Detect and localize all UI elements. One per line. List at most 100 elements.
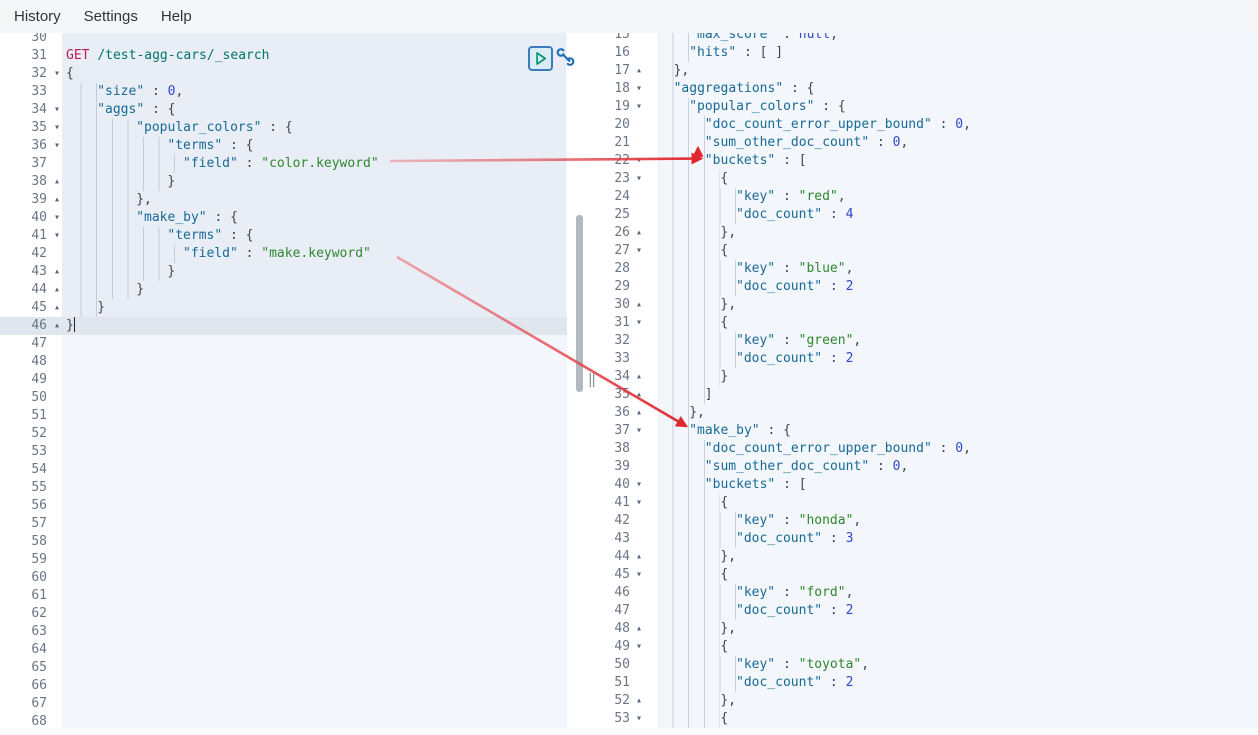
line-number: 46 (600, 584, 630, 602)
fold-open-icon[interactable]: ▾ (633, 170, 645, 188)
response-code-line[interactable]: }, (658, 296, 736, 314)
request-options-button[interactable] (554, 45, 577, 69)
response-code-line[interactable]: { (658, 638, 728, 656)
fold-open-icon[interactable]: ▾ (633, 638, 645, 656)
request-code-line[interactable]: "terms" : { (66, 227, 254, 245)
response-code-line[interactable]: }, (658, 620, 736, 638)
fold-open-icon[interactable]: ▾ (51, 65, 63, 83)
send-request-button[interactable] (528, 46, 553, 71)
response-code-line[interactable]: "key" : "blue", (658, 260, 853, 278)
fold-close-icon[interactable]: ▴ (633, 620, 645, 638)
fold-open-icon[interactable]: ▾ (633, 314, 645, 332)
fold-close-icon[interactable]: ▴ (633, 386, 645, 404)
request-code-line[interactable]: { (66, 65, 74, 83)
fold-open-icon[interactable]: ▾ (51, 227, 63, 245)
response-code-line[interactable]: "key" : "ford", (658, 584, 853, 602)
response-code-line[interactable]: "doc_count" : 3 (658, 530, 853, 548)
line-number: 57 (0, 515, 47, 533)
response-code-line[interactable]: { (658, 710, 728, 728)
response-code-line[interactable]: "doc_count" : 2 (658, 602, 853, 620)
response-code-line[interactable]: "doc_count" : 4 (658, 206, 853, 224)
fold-close-icon[interactable]: ▴ (633, 296, 645, 314)
fold-close-icon[interactable]: ▴ (633, 692, 645, 710)
response-code-line[interactable]: "key" : "toyota", (658, 656, 869, 674)
response-code-line[interactable]: "sum_other_doc_count" : 0, (658, 134, 908, 152)
request-code-line[interactable]: "size" : 0, (66, 83, 183, 101)
fold-open-icon[interactable]: ▾ (633, 152, 645, 170)
request-code-line[interactable]: } (66, 173, 175, 191)
response-code-line[interactable]: "sum_other_doc_count" : 0, (658, 458, 908, 476)
response-code-line[interactable]: ] (658, 386, 713, 404)
response-code-line[interactable]: }, (658, 548, 736, 566)
response-code-line[interactable]: }, (658, 404, 705, 422)
pane-resizer-handle[interactable]: ‖ (583, 369, 601, 391)
editor-scrollbar-thumb[interactable] (576, 215, 583, 392)
response-code-line[interactable]: "doc_count" : 2 (658, 278, 853, 296)
request-code-line[interactable]: "field" : "color.keyword" (66, 155, 379, 173)
response-code-line[interactable]: }, (658, 62, 689, 80)
request-code-line[interactable]: "field" : "make.keyword" (66, 245, 371, 263)
response-code-line[interactable]: "popular_colors" : { (658, 98, 846, 116)
fold-open-icon[interactable]: ▾ (51, 101, 63, 119)
response-code-line[interactable]: "key" : "honda", (658, 512, 861, 530)
response-code-line[interactable]: "buckets" : [ (658, 152, 807, 170)
menu-item-help[interactable]: Help (161, 8, 192, 25)
request-code-line[interactable]: }, (66, 191, 152, 209)
fold-open-icon[interactable]: ▾ (633, 242, 645, 260)
response-code-line[interactable]: "key" : "green", (658, 332, 861, 350)
response-code-line[interactable]: }, (658, 224, 736, 242)
response-code-line[interactable]: "doc_count" : 2 (658, 674, 853, 692)
response-code-line[interactable]: { (658, 170, 728, 188)
request-code-line[interactable]: } (66, 299, 105, 317)
response-code-line[interactable]: "buckets" : [ (658, 476, 807, 494)
fold-open-icon[interactable]: ▾ (633, 98, 645, 116)
request-code-line[interactable]: } (66, 281, 144, 299)
fold-close-icon[interactable]: ▴ (51, 263, 63, 281)
fold-close-icon[interactable]: ▴ (51, 173, 63, 191)
response-code-line[interactable]: "aggregations" : { (658, 80, 814, 98)
response-code-line[interactable]: { (658, 242, 728, 260)
fold-open-icon[interactable]: ▾ (633, 494, 645, 512)
request-code-line[interactable]: } (66, 317, 75, 335)
request-code-line[interactable]: GET /test-agg-cars/_search (66, 47, 270, 65)
response-code-line[interactable]: "doc_count_error_upper_bound" : 0, (658, 440, 971, 458)
response-code-line[interactable]: "key" : "red", (658, 188, 846, 206)
response-code-line[interactable]: "doc_count_error_upper_bound" : 0, (658, 116, 971, 134)
response-code-line[interactable]: "doc_count" : 2 (658, 350, 853, 368)
response-code-line[interactable]: "max_score" : null, (658, 33, 838, 44)
fold-open-icon[interactable]: ▾ (51, 137, 63, 155)
menu-item-settings[interactable]: Settings (84, 8, 138, 25)
menu-item-history[interactable]: History (14, 8, 61, 25)
response-code-line[interactable]: "make_by" : { (658, 422, 791, 440)
response-code-line[interactable]: { (658, 566, 728, 584)
fold-open-icon[interactable]: ▾ (51, 119, 63, 137)
fold-close-icon[interactable]: ▴ (51, 191, 63, 209)
fold-open-icon[interactable]: ▾ (633, 710, 645, 728)
request-code-line[interactable]: "terms" : { (66, 137, 254, 155)
fold-close-icon[interactable]: ▴ (51, 299, 63, 317)
fold-open-icon[interactable]: ▾ (51, 209, 63, 227)
request-code-line[interactable]: "aggs" : { (66, 101, 175, 119)
fold-open-icon[interactable]: ▾ (633, 422, 645, 440)
response-code-line[interactable]: } (658, 368, 728, 386)
response-viewer-pane[interactable]: 151617▴18▾19▾202122▾23▾242526▴27▾282930▴… (600, 33, 1258, 735)
fold-close-icon[interactable]: ▴ (633, 368, 645, 386)
response-code-line[interactable]: "hits" : [ ] (658, 44, 783, 62)
fold-open-icon[interactable]: ▾ (633, 566, 645, 584)
fold-open-icon[interactable]: ▾ (633, 80, 645, 98)
fold-close-icon[interactable]: ▴ (51, 281, 63, 299)
fold-close-icon[interactable]: ▴ (51, 317, 63, 335)
line-number: 45 (600, 566, 630, 584)
response-code-line[interactable]: { (658, 494, 728, 512)
fold-close-icon[interactable]: ▴ (633, 548, 645, 566)
request-code-line[interactable]: } (66, 263, 175, 281)
response-code-line[interactable]: { (658, 314, 728, 332)
request-editor-pane[interactable]: 303132▾3334▾35▾36▾3738▴39▴40▾41▾4243▴44▴… (0, 33, 600, 735)
fold-close-icon[interactable]: ▴ (633, 62, 645, 80)
request-code-line[interactable]: "make_by" : { (66, 209, 238, 227)
fold-close-icon[interactable]: ▴ (633, 224, 645, 242)
fold-open-icon[interactable]: ▾ (633, 476, 645, 494)
fold-close-icon[interactable]: ▴ (633, 404, 645, 422)
request-code-line[interactable]: "popular_colors" : { (66, 119, 293, 137)
response-code-line[interactable]: }, (658, 692, 736, 710)
